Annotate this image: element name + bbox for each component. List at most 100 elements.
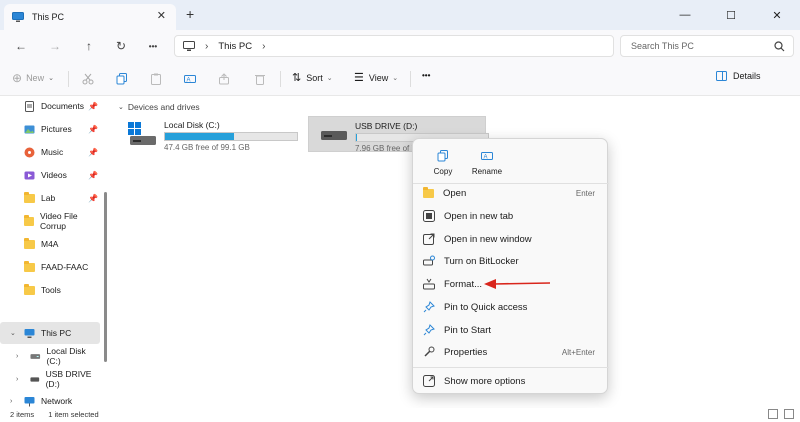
sidebar-item-label: Music [41, 147, 64, 157]
share-icon[interactable] [218, 73, 230, 85]
sidebar-item-faad-faac[interactable]: FAAD-FAAC [0, 256, 100, 278]
minimize-button[interactable]: — [662, 0, 708, 30]
sidebar-item-m4a[interactable]: M4A [0, 233, 100, 255]
copy-label: Copy [433, 167, 453, 176]
details-view-icon[interactable] [768, 409, 778, 419]
svg-text:A: A [484, 155, 488, 161]
drive-usage-bar [164, 132, 298, 141]
menu-item-label: Properties [444, 346, 488, 358]
sidebar-item-label: Network [41, 396, 73, 406]
search-input[interactable]: Search This PC [620, 35, 794, 57]
menu-item-label: Pin to Quick access [444, 301, 528, 313]
menu-item-pin-quick-access[interactable]: Pin to Quick access [417, 296, 605, 318]
cut-icon[interactable] [82, 73, 94, 85]
menu-item-label: Open in new window [444, 233, 532, 245]
sidebar-item-videos[interactable]: Videos 📌 [0, 164, 100, 186]
sidebar-item-local-disk[interactable]: › Local Disk (C:) [0, 345, 100, 367]
sidebar-item-this-pc[interactable]: ⌄ This PC [0, 322, 100, 344]
chevron-right-icon[interactable]: › [16, 376, 18, 383]
drive-free-space: 47.4 GB free of 99.1 GB [164, 143, 250, 152]
pin-icon [423, 324, 435, 336]
folder-icon [24, 191, 35, 203]
sidebar-item-tools[interactable]: Tools [0, 279, 100, 301]
navigation-pane: Documents 📌 Pictures 📌 Music 📌 Videos 📌 … [0, 96, 108, 408]
details-label: Details [733, 71, 761, 81]
menu-item-label: Format... [444, 278, 483, 290]
tab-this-pc[interactable]: This PC ✕ [4, 4, 176, 30]
search-icon [774, 41, 785, 52]
details-button[interactable]: Details [716, 71, 761, 81]
tab-close-icon[interactable]: ✕ [157, 9, 166, 22]
sidebar-item-music[interactable]: Music 📌 [0, 141, 100, 163]
menu-item-show-more-options[interactable]: Show more options [417, 370, 605, 392]
details-pane-icon [716, 71, 727, 81]
new-button[interactable]: ⊕ New ⌄ [12, 71, 54, 85]
sidebar-item-usb-drive[interactable]: › USB DRIVE (D:) [0, 368, 100, 390]
drive-name: USB DRIVE (D:) [355, 121, 418, 131]
drive-usage-fill [165, 133, 234, 140]
rename-button[interactable]: A Rename [465, 145, 509, 181]
folder-icon [24, 214, 34, 226]
context-menu: Copy A Rename Open Enter Open in new tab… [412, 138, 609, 394]
rename-label: Rename [471, 167, 503, 176]
maximize-button[interactable]: ☐ [708, 0, 754, 30]
menu-item-label: Show more options [444, 375, 526, 387]
tiles-view-icon[interactable] [784, 409, 794, 419]
back-button[interactable]: ← [12, 37, 30, 55]
copy-button[interactable]: Copy [421, 145, 465, 181]
sidebar-item-label: Local Disk (C:) [46, 346, 86, 366]
drive-tile-local-disk[interactable]: Local Disk (C:) 47.4 GB free of 99.1 GB [118, 116, 304, 152]
menu-item-open-new-tab[interactable]: Open in new tab [417, 205, 605, 227]
sidebar-item-video-file-corrup[interactable]: Video File Corrup [0, 210, 100, 232]
more-nav-button[interactable]: ••• [144, 37, 162, 55]
this-pc-icon [12, 11, 24, 22]
chevron-right-icon[interactable]: › [10, 398, 12, 405]
documents-icon [25, 100, 34, 112]
sidebar-item-documents[interactable]: Documents 📌 [0, 95, 100, 117]
view-button[interactable]: ☰ View ⌄ [354, 71, 398, 84]
close-window-button[interactable]: ✕ [754, 0, 800, 30]
menu-item-open[interactable]: Open Enter [417, 182, 605, 204]
sidebar-scrollbar[interactable] [104, 96, 107, 408]
context-menu-quick-actions: Copy A Rename [421, 145, 509, 181]
forward-button[interactable]: → [46, 37, 64, 55]
menu-item-open-new-window[interactable]: Open in new window [417, 228, 605, 250]
svg-text:A: A [187, 78, 191, 84]
address-box[interactable]: › This PC › [174, 35, 614, 57]
sort-label: Sort [306, 72, 323, 83]
tab-title: This PC [32, 12, 65, 22]
chevron-down-icon[interactable]: ⌄ [10, 329, 16, 337]
usb-drive-icon [30, 376, 40, 382]
pin-icon: 📌 [88, 101, 98, 111]
menu-item-bitlocker[interactable]: Turn on BitLocker [417, 250, 605, 272]
address-trailing-chevron[interactable]: › [262, 41, 265, 52]
chevron-down-icon: ⌄ [326, 74, 333, 82]
chevron-down-icon: ⌄ [48, 75, 54, 82]
chevron-right-icon[interactable]: › [16, 353, 18, 360]
menu-item-pin-start[interactable]: Pin to Start [417, 319, 605, 341]
search-placeholder: Search This PC [631, 41, 694, 51]
menu-item-properties[interactable]: Properties Alt+Enter [417, 341, 605, 363]
sidebar-item-pictures[interactable]: Pictures 📌 [0, 118, 100, 140]
rename-icon[interactable]: A [184, 73, 196, 85]
more-options-icon [423, 375, 435, 387]
sidebar-item-label: M4A [41, 239, 59, 249]
new-tab-button[interactable]: + [186, 6, 194, 22]
refresh-button[interactable]: ↻ [112, 37, 130, 55]
delete-icon[interactable] [254, 73, 266, 85]
pin-icon: 📌 [88, 170, 98, 180]
sidebar-item-lab[interactable]: Lab 📌 [0, 187, 100, 209]
sidebar-item-label: Lab [41, 193, 56, 203]
scrollbar-thumb[interactable] [104, 192, 107, 362]
drive-name: Local Disk (C:) [164, 120, 220, 130]
group-header-devices[interactable]: ⌄ Devices and drives [118, 102, 200, 112]
copy-icon[interactable] [116, 73, 128, 85]
sort-button[interactable]: ⇅ Sort ⌄ [292, 71, 333, 84]
pin-icon: 📌 [88, 193, 98, 203]
status-item-count: 2 items [10, 410, 35, 419]
more-commands-button[interactable]: ••• [422, 71, 430, 80]
divider [410, 71, 411, 87]
paste-icon[interactable] [150, 73, 162, 85]
menu-item-label: Turn on BitLocker [444, 255, 519, 267]
up-button[interactable]: ↑ [80, 37, 98, 55]
